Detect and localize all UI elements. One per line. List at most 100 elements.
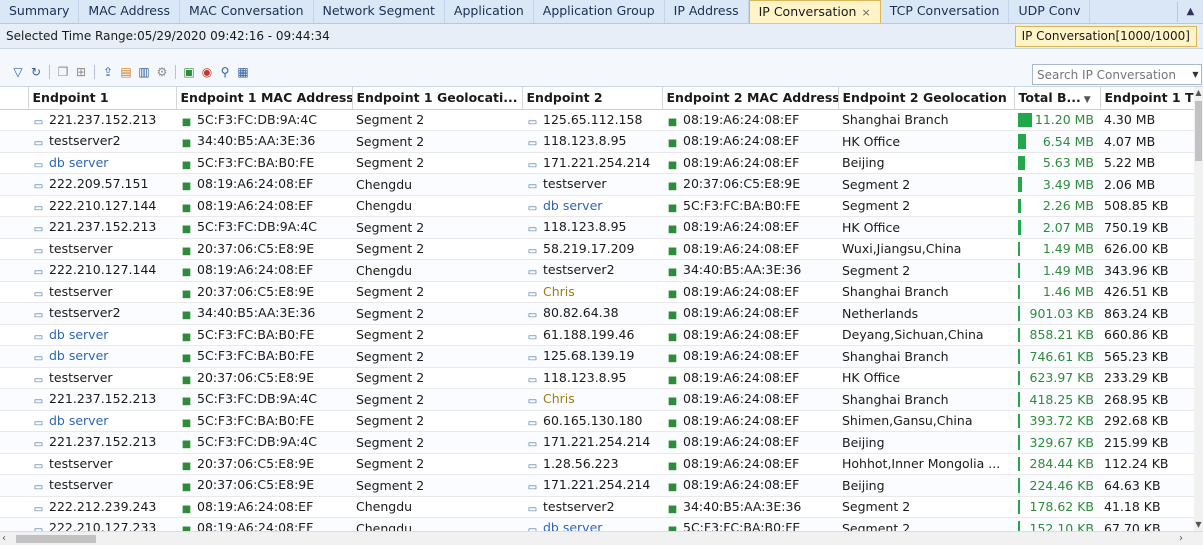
sort-descending-icon[interactable]: ▼: [1084, 95, 1091, 105]
endpoint-2-cell: ▭ 118.123.8.95: [522, 130, 662, 153]
settings-icon[interactable]: ⚙: [154, 65, 170, 79]
view-icon[interactable]: ▣: [181, 65, 197, 79]
endpoint-1-geo-value: Segment 2: [356, 413, 425, 429]
table-row[interactable]: ▭ 222.210.127.144 ■ 08:19:A6:24:08:EF Chengd…: [0, 195, 1195, 217]
scroll-down-icon[interactable]: ▼: [1194, 519, 1203, 531]
scroll-up-icon[interactable]: ▲: [1194, 87, 1203, 99]
table-row[interactable]: ▭ 222.209.57.151 ■ 08:19:A6:24:08:EF Chengdu…: [0, 173, 1195, 196]
computer-icon: ▭: [33, 181, 44, 193]
tab-application-group[interactable]: Application Group: [534, 0, 665, 23]
endpoint-1-mac-cell: ■ 5C:F3:FC:BA:B0:FE: [176, 410, 352, 432]
table-row[interactable]: ▭ db server ■ 5C:F3:FC:BA:B0:FE Segment 2 ▭ 17…: [0, 152, 1195, 174]
endpoint-2-cell: ▭ 171.221.254.214: [522, 474, 662, 497]
tab-tcp-conversation[interactable]: TCP Conversation: [881, 0, 1010, 23]
vertical-scroll-thumb[interactable]: [1195, 101, 1202, 161]
column-header[interactable]: Endpoint 1 Geolocati...: [352, 87, 523, 110]
column-header[interactable]: Endpoint 2 Geolocation: [838, 87, 1015, 110]
search-input[interactable]: [1033, 65, 1189, 84]
endpoint-1-tx-value: 112.24 KB: [1104, 456, 1169, 472]
endpoint-1-mac-cell: ■ 20:37:06:C5:E8:9E: [176, 238, 352, 260]
table-row[interactable]: ▭ testserver ■ 20:37:06:C5:E8:9E Segment 2 ▭ 1…: [0, 367, 1195, 389]
scroll-left-icon[interactable]: ‹: [2, 532, 14, 545]
copy-icon[interactable]: ❐: [55, 65, 71, 79]
export-icon[interactable]: ⇪: [100, 65, 116, 79]
total-bytes-cell: 2.26 MB: [1014, 195, 1100, 217]
globe-icon[interactable]: ◉: [199, 65, 215, 79]
tab-udp-conv[interactable]: UDP Conv: [1009, 0, 1091, 23]
endpoint-1-mac-cell: ■ 5C:F3:FC:BA:B0:FE: [176, 324, 352, 346]
row-gutter: [0, 216, 28, 239]
tab-application[interactable]: Application: [445, 0, 534, 23]
table-row[interactable]: ▭ testserver ■ 20:37:06:C5:E8:9E Segment 2 ▭ 1…: [0, 474, 1195, 497]
table-row[interactable]: ▭ testserver ■ 20:37:06:C5:E8:9E Segment 2 ▭ C…: [0, 281, 1195, 303]
horizontal-scrollbar[interactable]: ‹ ›: [0, 531, 1203, 545]
table-row[interactable]: ▭ db server ■ 5C:F3:FC:BA:B0:FE Segment 2 ▭ 12…: [0, 345, 1195, 368]
table-row[interactable]: ▭ 221.237.152.213 ■ 5C:F3:FC:DB:9A:4C Segmen…: [0, 431, 1195, 454]
vertical-scrollbar[interactable]: ▲ ▼: [1194, 87, 1203, 531]
row-gutter: [0, 109, 28, 131]
tab-ip-conversation[interactable]: IP Conversation ×: [748, 0, 881, 23]
tab-summary[interactable]: Summary: [0, 0, 80, 23]
tab-ip-address[interactable]: IP Address: [665, 0, 749, 23]
table-row[interactable]: ▭ testserver ■ 20:37:06:C5:E8:9E Segment 2 ▭ 5…: [0, 238, 1195, 260]
scroll-right-icon[interactable]: ›: [1179, 532, 1191, 545]
table-row[interactable]: ▭ 221.237.152.213 ■ 5C:F3:FC:DB:9A:4C Segmen…: [0, 388, 1195, 411]
endpoint-1-geo-value: Segment 2: [356, 219, 425, 235]
network-card-icon: ■: [667, 224, 678, 236]
tab-mac-conversation[interactable]: MAC Conversation: [180, 0, 314, 23]
total-bytes-cell: 284.44 KB: [1014, 453, 1100, 475]
table-row[interactable]: ▭ db server ■ 5C:F3:FC:BA:B0:FE Segment 2 ▭ 61…: [0, 324, 1195, 346]
select-icon[interactable]: ▦: [235, 65, 251, 79]
table-row[interactable]: ▭ 222.212.239.243 ■ 08:19:A6:24:08:EF Chengd…: [0, 496, 1195, 518]
network-card-icon: ■: [181, 482, 192, 494]
row-gutter: [0, 345, 28, 368]
endpoint-1-value: 222.212.239.243: [49, 498, 157, 514]
total-bytes-bar: [1018, 521, 1020, 531]
column-header[interactable]: Endpoint 1: [28, 87, 177, 110]
computer-icon: ▭: [527, 288, 538, 300]
computer-icon: ▭: [33, 482, 44, 494]
table-row[interactable]: ▭ 221.237.152.213 ■ 5C:F3:FC:DB:9A:4C Segmen…: [0, 216, 1195, 239]
tab-mac-address[interactable]: MAC Address: [79, 0, 181, 23]
column-header[interactable]: Endpoint 1 Tx: [1100, 87, 1196, 110]
tree-icon[interactable]: ⊞: [73, 65, 89, 79]
table-row[interactable]: ▭ 222.210.127.233 ■ 08:19:A6:24:08:EF Chengd…: [0, 517, 1195, 531]
endpoint-2-mac-cell: ■ 08:19:A6:24:08:EF: [662, 324, 838, 346]
network-card-icon: ■: [667, 482, 678, 494]
table-row[interactable]: ▭ db server ■ 5C:F3:FC:BA:B0:FE Segment 2 ▭ 60…: [0, 410, 1195, 432]
column-header[interactable]: Total B... ▼: [1014, 87, 1101, 110]
column-header[interactable]: Endpoint 2: [522, 87, 663, 110]
endpoint-2-mac-value: 08:19:A6:24:08:EF: [683, 111, 800, 127]
filter-icon[interactable]: ⚲: [217, 65, 233, 79]
column-header[interactable]: Endpoint 1 MAC Address: [176, 87, 353, 110]
close-tab-icon[interactable]: ×: [861, 6, 870, 19]
endpoint-2-geo-value: Shanghai Branch: [842, 348, 949, 364]
table-row[interactable]: ▭ testserver ■ 20:37:06:C5:E8:9E Segment 2 ▭ 1…: [0, 453, 1195, 475]
endpoint-2-geo-cell: Segment 2: [838, 195, 1014, 217]
tab-overflow-icon[interactable]: ▲: [1177, 2, 1203, 22]
endpoint-1-mac-cell: ■ 08:19:A6:24:08:EF: [176, 496, 352, 518]
top-filter-icon[interactable]: ▽: [10, 65, 26, 79]
tab-label: Application: [453, 3, 524, 18]
refresh-icon[interactable]: ↻: [28, 65, 44, 79]
horizontal-scroll-thumb[interactable]: [16, 535, 96, 543]
search-dropdown-icon[interactable]: ▼: [1190, 65, 1201, 84]
column-header[interactable]: Endpoint 2 MAC Address: [662, 87, 839, 110]
tab-network-segment[interactable]: Network Segment: [314, 0, 445, 23]
total-bytes-cell: 329.67 KB: [1014, 431, 1100, 454]
endpoint-1-tx-cell: 863.24 KB: [1100, 302, 1195, 325]
table-row[interactable]: ▭ testserver2 ■ 34:40:B5:AA:3E:36 Segment 2 ▭…: [0, 130, 1195, 153]
chart-icon[interactable]: ▥: [136, 65, 152, 79]
report-icon[interactable]: ▤: [118, 65, 134, 79]
endpoint-2-geo-value: Beijing: [842, 477, 885, 493]
endpoint-1-value: db server: [49, 412, 109, 428]
time-range-label: Selected Time Range:05/29/2020 09:42:16 …: [6, 29, 330, 43]
endpoint-2-value: Chris: [543, 391, 575, 407]
table-row[interactable]: ▭ 221.237.152.213 ■ 5C:F3:FC:DB:9A:4C Segmen…: [0, 109, 1195, 131]
endpoint-2-value: 125.68.139.19: [543, 348, 635, 364]
endpoint-1-geo-value: Segment 2: [356, 241, 425, 257]
endpoint-1-mac-value: 34:40:B5:AA:3E:36: [197, 305, 316, 321]
table-row[interactable]: ▭ 222.210.127.144 ■ 08:19:A6:24:08:EF Chengd…: [0, 259, 1195, 282]
endpoint-1-geo-value: Chengdu: [356, 520, 413, 531]
table-row[interactable]: ▭ testserver2 ■ 34:40:B5:AA:3E:36 Segment 2 ▭…: [0, 302, 1195, 325]
